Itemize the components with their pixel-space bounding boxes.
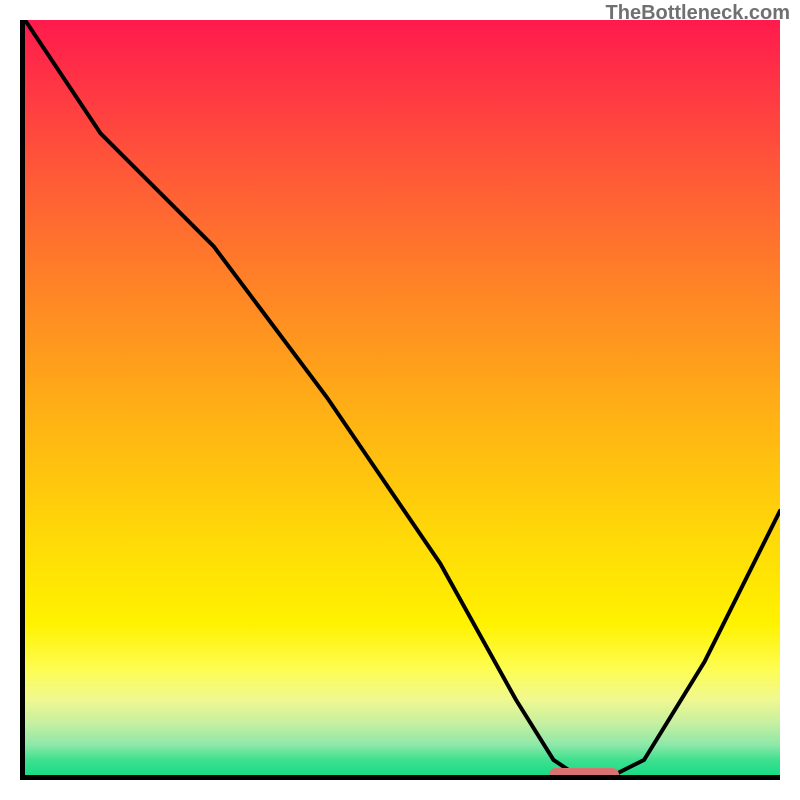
chart-curve	[25, 20, 780, 775]
chart-marker	[549, 768, 619, 780]
watermark-text: TheBottleneck.com	[606, 2, 790, 25]
chart-plot-area	[20, 20, 780, 780]
